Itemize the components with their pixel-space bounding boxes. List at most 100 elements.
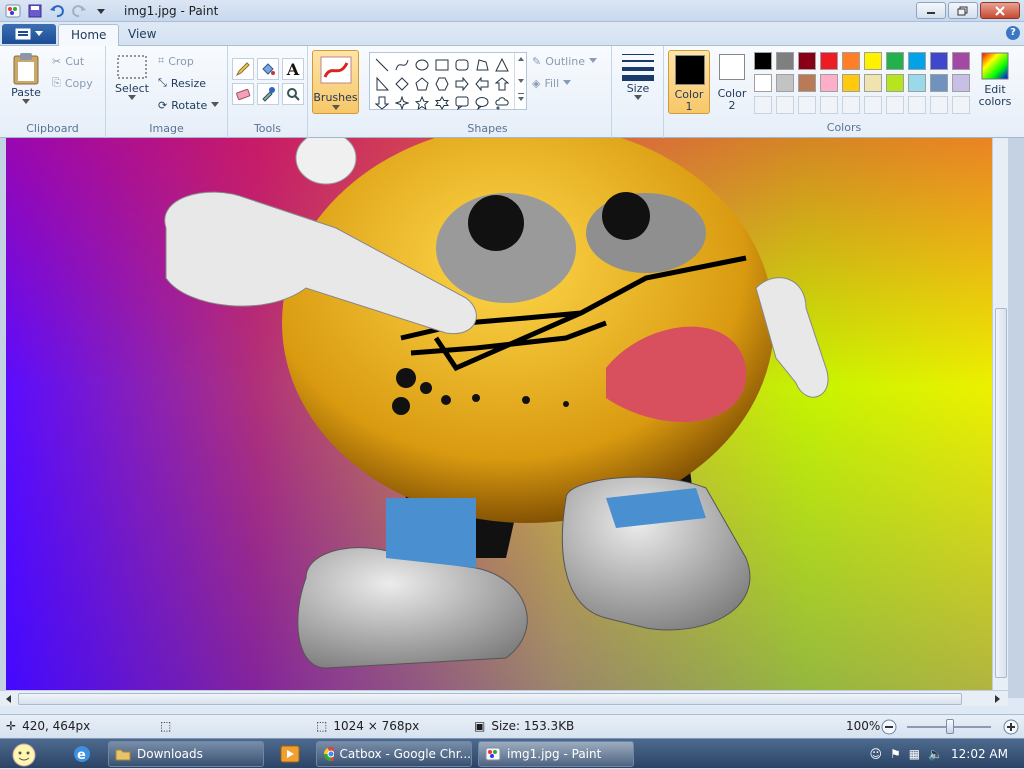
line-shape-icon[interactable] [372,55,392,74]
palette-swatch-r3-c2[interactable] [776,96,794,114]
palette-swatch-r2-c10[interactable] [952,74,970,92]
save-icon[interactable] [26,2,44,20]
rounded-callout-shape-icon[interactable] [452,93,472,112]
tab-view[interactable]: View [116,24,168,46]
palette-swatch-r2-c1[interactable] [754,74,772,92]
palette-swatch-r1-c5[interactable] [842,52,860,70]
taskbar-item-paint[interactable]: img1.jpg - Paint [478,741,634,767]
internet-explorer-icon[interactable]: e [64,742,100,766]
edit-colors-button[interactable]: Edit colors [975,52,1015,108]
text-tool-icon[interactable]: A [282,58,304,80]
start-button[interactable] [4,740,44,768]
palette-swatch-r3-c10[interactable] [952,96,970,114]
copy-button[interactable]: ⎘ Copy [52,73,93,93]
palette-swatch-r2-c4[interactable] [820,74,838,92]
palette-swatch-r3-c8[interactable] [908,96,926,114]
six-point-star-shape-icon[interactable] [432,93,452,112]
left-arrow-shape-icon[interactable] [472,74,492,93]
palette-swatch-r3-c9[interactable] [930,96,948,114]
vertical-scrollbar[interactable] [992,138,1008,690]
clock[interactable]: 12:02 AM [951,747,1008,761]
cloud-callout-shape-icon[interactable] [492,93,512,112]
palette-swatch-r1-c1[interactable] [754,52,772,70]
eraser-icon[interactable] [232,83,254,105]
palette-swatch-r2-c5[interactable] [842,74,860,92]
drawing-canvas[interactable] [6,138,1008,690]
undo-icon[interactable] [48,2,66,20]
paste-button[interactable]: Paste [8,52,44,105]
customize-toolbar-chevron-down-icon[interactable] [92,2,110,20]
zoom-in-icon[interactable] [1003,719,1019,735]
palette-swatch-r1-c9[interactable] [930,52,948,70]
palette-swatch-r3-c3[interactable] [798,96,816,114]
size-button[interactable]: Size [620,52,656,101]
magnifier-icon[interactable] [282,83,304,105]
up-arrow-shape-icon[interactable] [492,74,512,93]
color2-button[interactable]: Color 2 [714,54,750,112]
palette-swatch-r2-c8[interactable] [908,74,926,92]
vertical-scroll-thumb[interactable] [995,308,1007,678]
help-icon[interactable]: ? [1006,26,1020,40]
color1-button[interactable]: Color 1 [668,50,710,114]
crop-button[interactable]: ⌗ Crop [158,51,194,71]
palette-swatch-r1-c4[interactable] [820,52,838,70]
zoom-slider-thumb[interactable] [946,719,954,734]
right-triangle-shape-icon[interactable] [372,74,392,93]
fill-button[interactable]: ◈ Fill [532,73,572,93]
palette-swatch-r3-c6[interactable] [864,96,882,114]
palette-swatch-r3-c4[interactable] [820,96,838,114]
tray-smiley-icon[interactable]: ☺ [869,747,882,761]
horizontal-scroll-thumb[interactable] [18,693,962,705]
rounded-rectangle-shape-icon[interactable] [452,55,472,74]
down-arrow-shape-icon[interactable] [372,93,392,112]
oval-callout-shape-icon[interactable] [472,93,492,112]
select-button[interactable]: Select [114,54,150,101]
scroll-left-icon[interactable] [4,693,14,705]
palette-swatch-r1-c2[interactable] [776,52,794,70]
pentagon-shape-icon[interactable] [412,74,432,93]
hexagon-shape-icon[interactable] [432,74,452,93]
scroll-right-icon[interactable] [992,693,1002,705]
close-button[interactable] [980,2,1020,19]
oval-shape-icon[interactable] [412,55,432,74]
palette-swatch-r2-c6[interactable] [864,74,882,92]
brushes-button[interactable]: Brushes [312,50,359,114]
polygon-shape-icon[interactable] [472,55,492,74]
zoom-out-icon[interactable] [881,719,897,735]
volume-icon[interactable]: 🔈 [928,747,943,761]
palette-swatch-r1-c7[interactable] [886,52,904,70]
palette-swatch-r3-c1[interactable] [754,96,772,114]
action-center-flag-icon[interactable]: ⚑ [890,747,901,761]
palette-swatch-r3-c5[interactable] [842,96,860,114]
curve-shape-icon[interactable] [392,55,412,74]
paint-app-icon[interactable] [4,2,22,20]
rotate-button[interactable]: ⟳ Rotate [158,95,220,115]
fill-bucket-icon[interactable] [257,58,279,80]
taskbar-item-downloads[interactable]: Downloads [108,741,264,767]
right-arrow-shape-icon[interactable] [452,74,472,93]
palette-swatch-r2-c9[interactable] [930,74,948,92]
four-point-star-shape-icon[interactable] [392,93,412,112]
palette-swatch-r1-c6[interactable] [864,52,882,70]
pencil-icon[interactable] [232,58,254,80]
palette-swatch-r1-c10[interactable] [952,52,970,70]
five-point-star-shape-icon[interactable] [412,93,432,112]
color-picker-icon[interactable] [257,83,279,105]
media-player-icon[interactable] [272,742,308,766]
restore-button[interactable] [948,2,978,19]
palette-swatch-r3-c7[interactable] [886,96,904,114]
tab-home[interactable]: Home [58,24,120,46]
minimize-button[interactable] [916,2,946,19]
triangle-shape-icon[interactable] [492,55,512,74]
redo-icon[interactable] [70,2,88,20]
shapes-scroll[interactable] [514,53,526,109]
taskbar-item-chrome[interactable]: Catbox - Google Chr... [316,741,472,767]
network-icon[interactable]: ▦ [909,747,920,761]
rectangle-shape-icon[interactable] [432,55,452,74]
cut-button[interactable]: ✂ Cut [52,51,84,71]
horizontal-scrollbar[interactable] [0,690,1008,706]
palette-swatch-r2-c3[interactable] [798,74,816,92]
palette-swatch-r2-c7[interactable] [886,74,904,92]
resize-button[interactable]: ⤡ Resize [158,73,206,93]
palette-swatch-r1-c8[interactable] [908,52,926,70]
